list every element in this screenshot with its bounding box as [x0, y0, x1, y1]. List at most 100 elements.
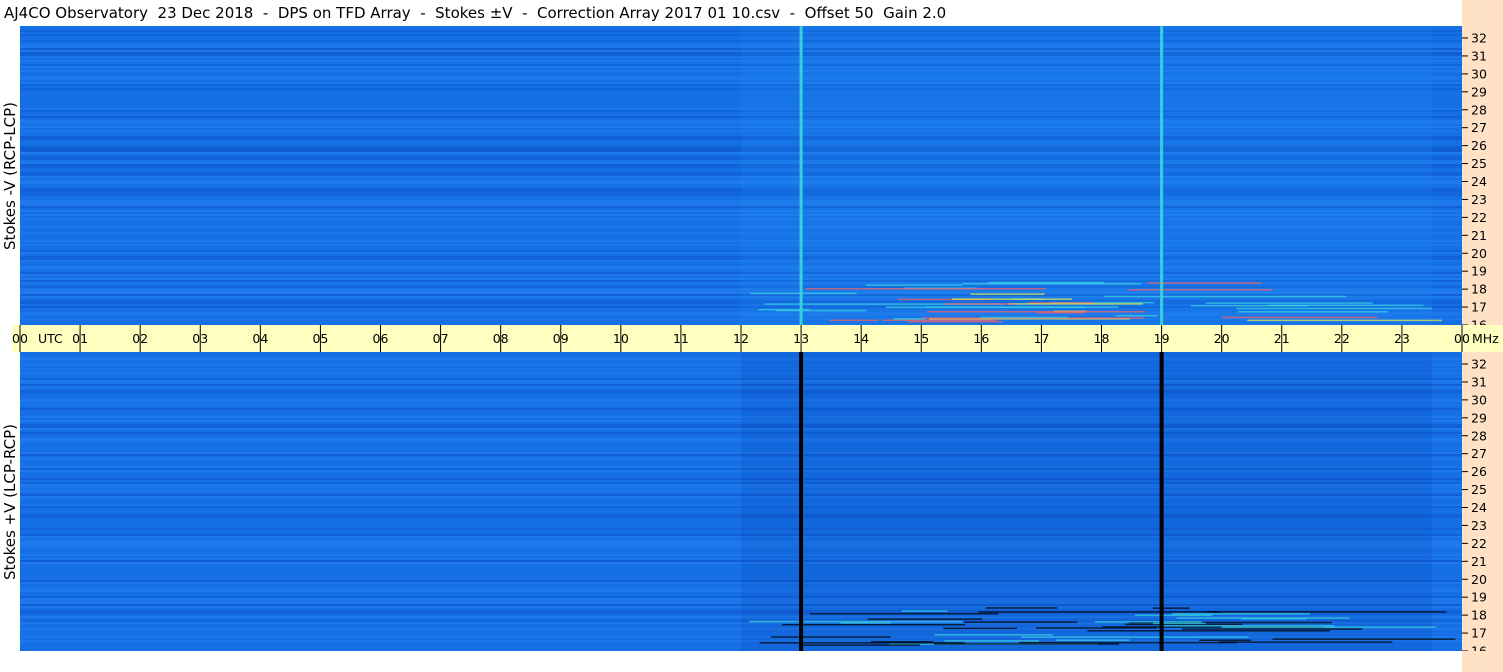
interference-streak: [964, 621, 1078, 623]
freq-tick-label: 31: [1471, 374, 1487, 389]
time-tick-label: 10: [613, 331, 629, 346]
interference-streak: [1237, 311, 1388, 313]
interference-streak: [1115, 314, 1158, 317]
interference-streak: [945, 303, 1014, 305]
spectrogram-bottom: [20, 352, 1462, 651]
interference-streak: [1236, 307, 1432, 310]
interference-streak: [944, 640, 1040, 642]
interference-streak: [926, 310, 1146, 313]
time-tick-label: 03: [192, 331, 208, 346]
spectrogram-top-bands: [20, 26, 1462, 325]
time-tick-label: 05: [312, 331, 328, 346]
interference-streak: [1181, 628, 1363, 630]
chart-title: AJ4CO Observatory 23 Dec 2018 - DPS on T…: [0, 0, 1462, 26]
interference-streak: [978, 611, 1221, 613]
time-tick-label: 00: [12, 331, 28, 346]
interference-streak: [840, 622, 892, 624]
interference-streak: [1161, 625, 1335, 627]
interference-streak: [798, 644, 920, 646]
ylabel-top-text: Stokes -V (RCP-LCP): [1, 101, 19, 250]
freq-tick-label: 29: [1471, 84, 1487, 99]
interference-streak: [750, 292, 857, 295]
interference-streak: [988, 281, 1105, 284]
freq-tick-label: 24: [1471, 500, 1487, 515]
time-axis: 00 01 02 03 04 05 06 07 08 09 10 11 12 13 14 15 16 17 18 19…: [12, 325, 1503, 352]
interference-streak: [943, 627, 1018, 630]
freq-tick-label: 32: [1471, 357, 1487, 372]
interference-streak: [1147, 282, 1262, 284]
interference-streak: [805, 288, 1046, 290]
time-tick-label: 18: [1094, 331, 1110, 346]
interference-streak: [934, 634, 1053, 636]
freq-tick-label: 17: [1471, 300, 1487, 315]
freq-tick-label: 18: [1471, 282, 1487, 297]
freq-tick-label: 28: [1471, 102, 1487, 117]
freq-tick-label: 27: [1471, 446, 1487, 461]
time-tick-label: 01: [72, 331, 88, 346]
freq-tick-label: 27: [1471, 120, 1487, 135]
interference-streak: [1021, 636, 1249, 638]
interference-streak: [1272, 638, 1456, 640]
freq-tick-label: 21: [1471, 554, 1487, 569]
freq-tick-label: 21: [1471, 228, 1487, 243]
time-tick-label: 00: [1454, 331, 1470, 346]
interference-streak: [865, 284, 963, 286]
time-tick-label: 16: [973, 331, 989, 346]
interference-streak: [759, 642, 965, 644]
time-tick-label: 08: [493, 331, 509, 346]
time-tick-label: 09: [553, 331, 569, 346]
time-tick-label: 15: [913, 331, 929, 346]
freq-tick-label: 22: [1471, 210, 1487, 225]
interference-streak: [925, 306, 1119, 308]
interference-streak: [867, 618, 983, 620]
freq-tick-label: 24: [1471, 174, 1487, 189]
ylabel-bottom: Stokes +V (LCP-RCP): [0, 352, 20, 651]
freq-tick-label: 30: [1471, 392, 1487, 407]
freq-tick-label: 19: [1471, 264, 1487, 279]
ylabel-top: Stokes -V (RCP-LCP): [0, 26, 20, 325]
time-tick-label: 13: [793, 331, 809, 346]
time-tick-label: 23: [1394, 331, 1410, 346]
time-tick-label: 19: [1154, 331, 1170, 346]
interference-streak: [1205, 302, 1373, 304]
freq-tick-label: 23: [1471, 518, 1487, 533]
interference-streak: [1152, 607, 1190, 609]
interference-streak: [1222, 316, 1378, 319]
interference-streak: [771, 636, 891, 638]
interference-streak: [1007, 303, 1143, 305]
interference-streak: [829, 319, 879, 322]
interference-streak: [1019, 641, 1237, 644]
interference-streak: [1221, 626, 1437, 628]
interference-streak: [980, 316, 1068, 319]
time-tick-label: 04: [252, 331, 268, 346]
frequency-axis-top: 16 17 18 19 20 21 22 23 24 25 26 27 28 29 30 31 32: [1462, 31, 1487, 326]
interference-streak: [1172, 613, 1311, 615]
interference-streak: [781, 623, 966, 626]
interference-streak: [775, 309, 867, 312]
interference-streak: [907, 320, 1004, 323]
interference-streak: [871, 640, 934, 643]
interference-streak: [1128, 289, 1273, 291]
interference-streak: [1268, 304, 1424, 307]
ylabel-bottom-text: Stokes +V (LCP-RCP): [1, 423, 19, 580]
bottom-margin: [0, 651, 1462, 672]
interference-streak: [970, 293, 1045, 295]
freq-tick-label: 17: [1471, 626, 1487, 641]
freq-tick-label: 26: [1471, 464, 1487, 479]
freq-tick-label: 16: [1471, 318, 1487, 326]
interference-streak: [901, 610, 948, 612]
time-tick-label: 22: [1334, 331, 1350, 346]
interference-streak: [1207, 611, 1446, 613]
freq-tick-label: 22: [1471, 536, 1487, 551]
time-tick-label: 06: [373, 331, 389, 346]
freq-tick-label: 25: [1471, 156, 1487, 171]
interference-streak: [1104, 295, 1347, 298]
interference-streak: [1199, 639, 1252, 642]
frequency-axis-bottom: 16 17 18 19 20 21 22 23 24 25 26 27 28 29 30 31 32: [1462, 357, 1487, 651]
time-tick-label: 17: [1033, 331, 1049, 346]
time-tick-label: 02: [132, 331, 148, 346]
interference-streak: [893, 318, 925, 320]
freq-tick-label: 28: [1471, 428, 1487, 443]
activity-region: [741, 26, 1432, 325]
interference-streak: [1087, 630, 1330, 632]
